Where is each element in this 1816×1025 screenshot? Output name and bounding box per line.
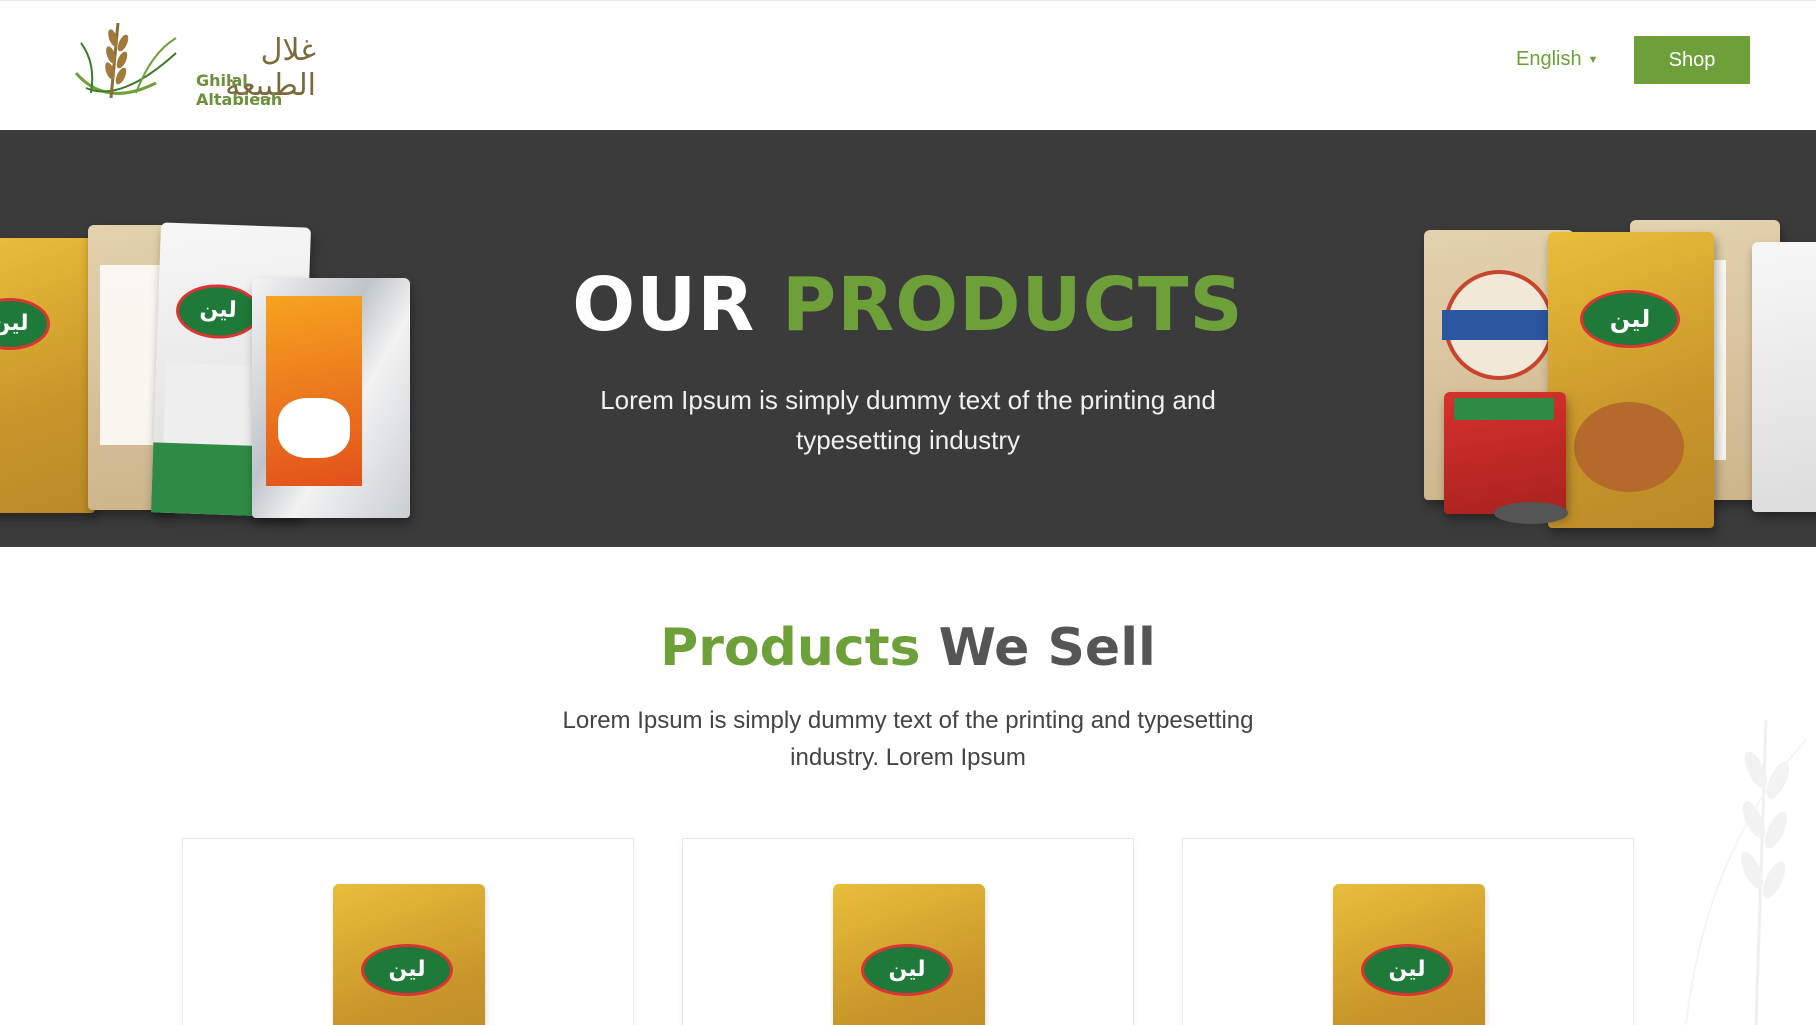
product-card[interactable]: لين <box>1182 838 1634 1025</box>
product-image: لين <box>333 884 485 1025</box>
hero-title-green: PRODUCTS <box>782 262 1244 348</box>
logo-english-text: Ghilal Altabieah <box>196 71 283 109</box>
chevron-down-icon: ▼ <box>1587 53 1599 66</box>
product-card[interactable]: لين <box>682 838 1134 1025</box>
language-label: English <box>1516 48 1582 70</box>
site-header: غلال الطبيعة Ghilal Altabieah English ▼ … <box>0 0 1816 130</box>
shop-button[interactable]: Shop <box>1634 36 1750 84</box>
wheat-decoration-icon <box>1685 719 1807 1025</box>
language-selector[interactable]: English ▼ <box>1516 48 1599 71</box>
products-section-subtitle: Lorem Ipsum is simply dummy text of the … <box>562 707 1254 771</box>
wheat-icon <box>74 22 177 99</box>
products-title-green: Products <box>660 618 921 678</box>
products-section-title: Products We Sell <box>0 622 1816 674</box>
brand-logo[interactable]: غلال الطبيعة Ghilal Altabieah <box>66 13 316 113</box>
product-image: لين <box>833 884 985 1025</box>
hero-title-white: OUR <box>572 262 756 348</box>
product-card[interactable]: لين <box>182 838 634 1025</box>
product-image: لين <box>1333 884 1485 1025</box>
products-title-dark: We Sell <box>938 618 1156 678</box>
hero-subtitle: Lorem Ipsum is simply dummy text of the … <box>600 385 1216 455</box>
hero-banner: لين لين OUR PRODUCTS Lorem Ipsum is simp… <box>0 130 1816 547</box>
